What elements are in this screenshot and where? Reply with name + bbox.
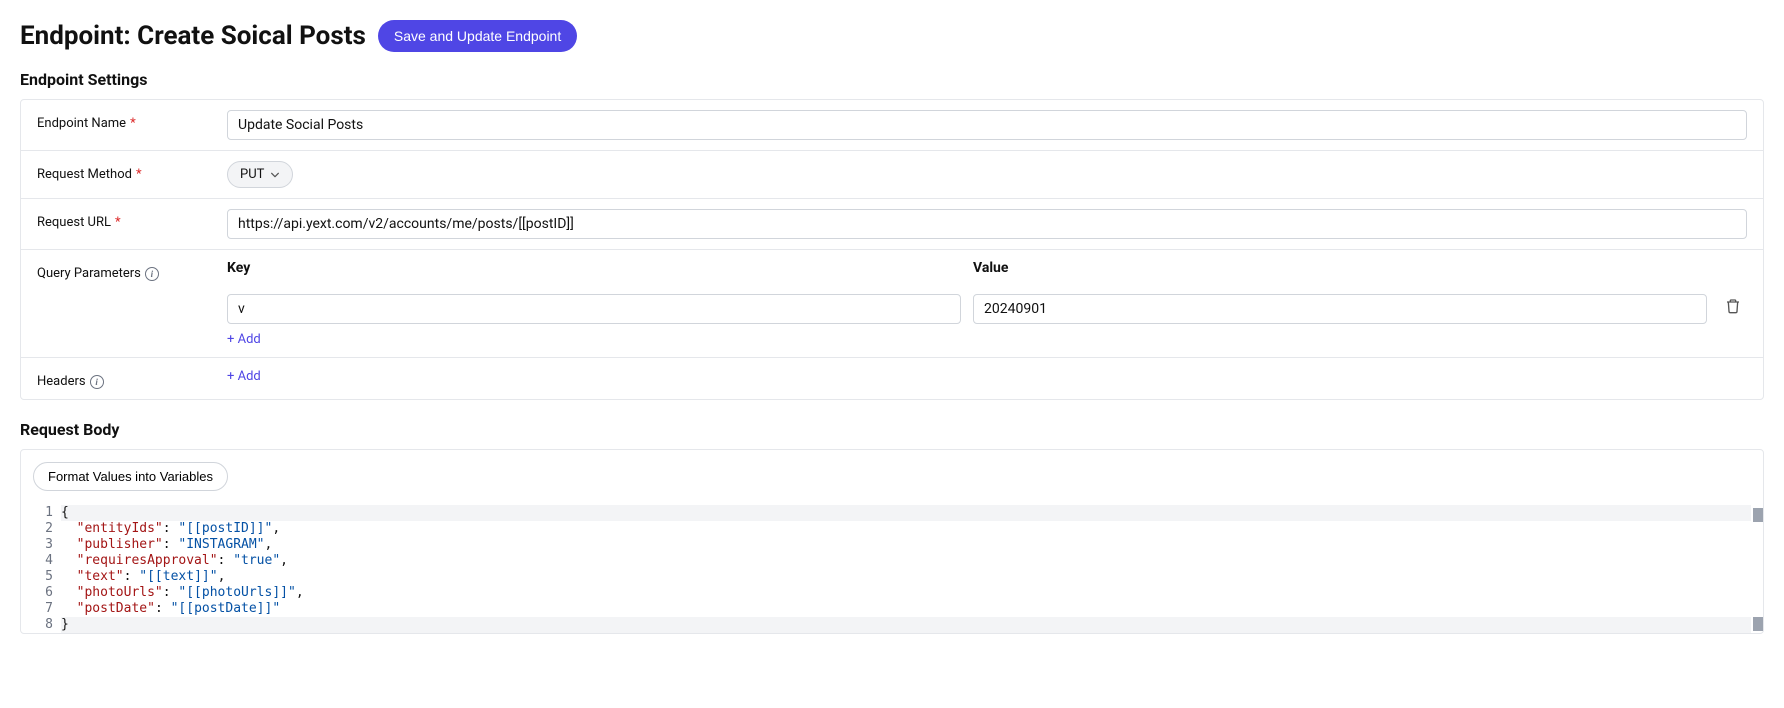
add-query-param-link[interactable]: + Add [227, 332, 261, 347]
scrollbar-marker [1753, 508, 1763, 522]
line-number: 6 [33, 585, 61, 601]
endpoint-name-label: Endpoint Name * [37, 110, 227, 131]
trash-icon[interactable] [1725, 298, 1741, 314]
chevron-down-icon [270, 170, 280, 180]
json-code-editor[interactable]: 1{2 "entityIds": "[[postID]]",3 "publish… [33, 505, 1751, 633]
code-line[interactable]: 2 "entityIds": "[[postID]]", [33, 521, 1751, 537]
scrollbar-marker [1753, 617, 1763, 631]
line-number: 2 [33, 521, 61, 537]
add-header-link[interactable]: + Add [227, 369, 261, 384]
request-method-label: Request Method * [37, 161, 227, 182]
request-method-select[interactable]: PUT [227, 161, 293, 188]
code-text[interactable]: "photoUrls": "[[photoUrls]]", [61, 585, 1751, 601]
code-text[interactable]: "text": "[[text]]", [61, 569, 1751, 585]
code-text[interactable]: "entityIds": "[[postID]]", [61, 521, 1751, 537]
code-text[interactable]: "postDate": "[[postDate]]" [61, 601, 1751, 617]
code-line[interactable]: 7 "postDate": "[[postDate]]" [33, 601, 1751, 617]
info-icon[interactable]: i [145, 267, 159, 281]
query-value-input[interactable] [973, 294, 1707, 324]
line-number: 1 [33, 505, 61, 521]
code-text[interactable]: { [61, 505, 1751, 521]
save-endpoint-button[interactable]: Save and Update Endpoint [378, 20, 577, 52]
code-line[interactable]: 1{ [33, 505, 1751, 521]
query-key-input[interactable] [227, 294, 961, 324]
query-parameters-label: Query Parameters i [37, 260, 227, 281]
code-line[interactable]: 4 "requiresApproval": "true", [33, 553, 1751, 569]
code-line[interactable]: 8} [33, 617, 1751, 633]
line-number: 5 [33, 569, 61, 585]
request-url-label: Request URL * [37, 209, 227, 230]
code-text[interactable]: "publisher": "INSTAGRAM", [61, 537, 1751, 553]
format-variables-button[interactable]: Format Values into Variables [33, 462, 228, 491]
query-value-header: Value [973, 260, 1707, 282]
line-number: 4 [33, 553, 61, 569]
query-key-header: Key [227, 260, 961, 282]
page-title: Endpoint: Create Soical Posts [20, 21, 366, 51]
settings-section-title: Endpoint Settings [20, 70, 1764, 89]
request-body-section-title: Request Body [20, 420, 1764, 439]
endpoint-settings-panel: Endpoint Name * Request Method * PUT Req… [20, 99, 1764, 400]
code-text[interactable]: } [61, 617, 1751, 633]
headers-label: Headers i [37, 368, 227, 389]
code-text[interactable]: "requiresApproval": "true", [61, 553, 1751, 569]
code-line[interactable]: 6 "photoUrls": "[[photoUrls]]", [33, 585, 1751, 601]
line-number: 8 [33, 617, 61, 633]
line-number: 3 [33, 537, 61, 553]
line-number: 7 [33, 601, 61, 617]
code-line[interactable]: 3 "publisher": "INSTAGRAM", [33, 537, 1751, 553]
info-icon[interactable]: i [90, 375, 104, 389]
request-body-panel: Format Values into Variables 1{2 "entity… [20, 449, 1764, 634]
request-url-input[interactable] [227, 209, 1747, 239]
code-line[interactable]: 5 "text": "[[text]]", [33, 569, 1751, 585]
endpoint-name-input[interactable] [227, 110, 1747, 140]
